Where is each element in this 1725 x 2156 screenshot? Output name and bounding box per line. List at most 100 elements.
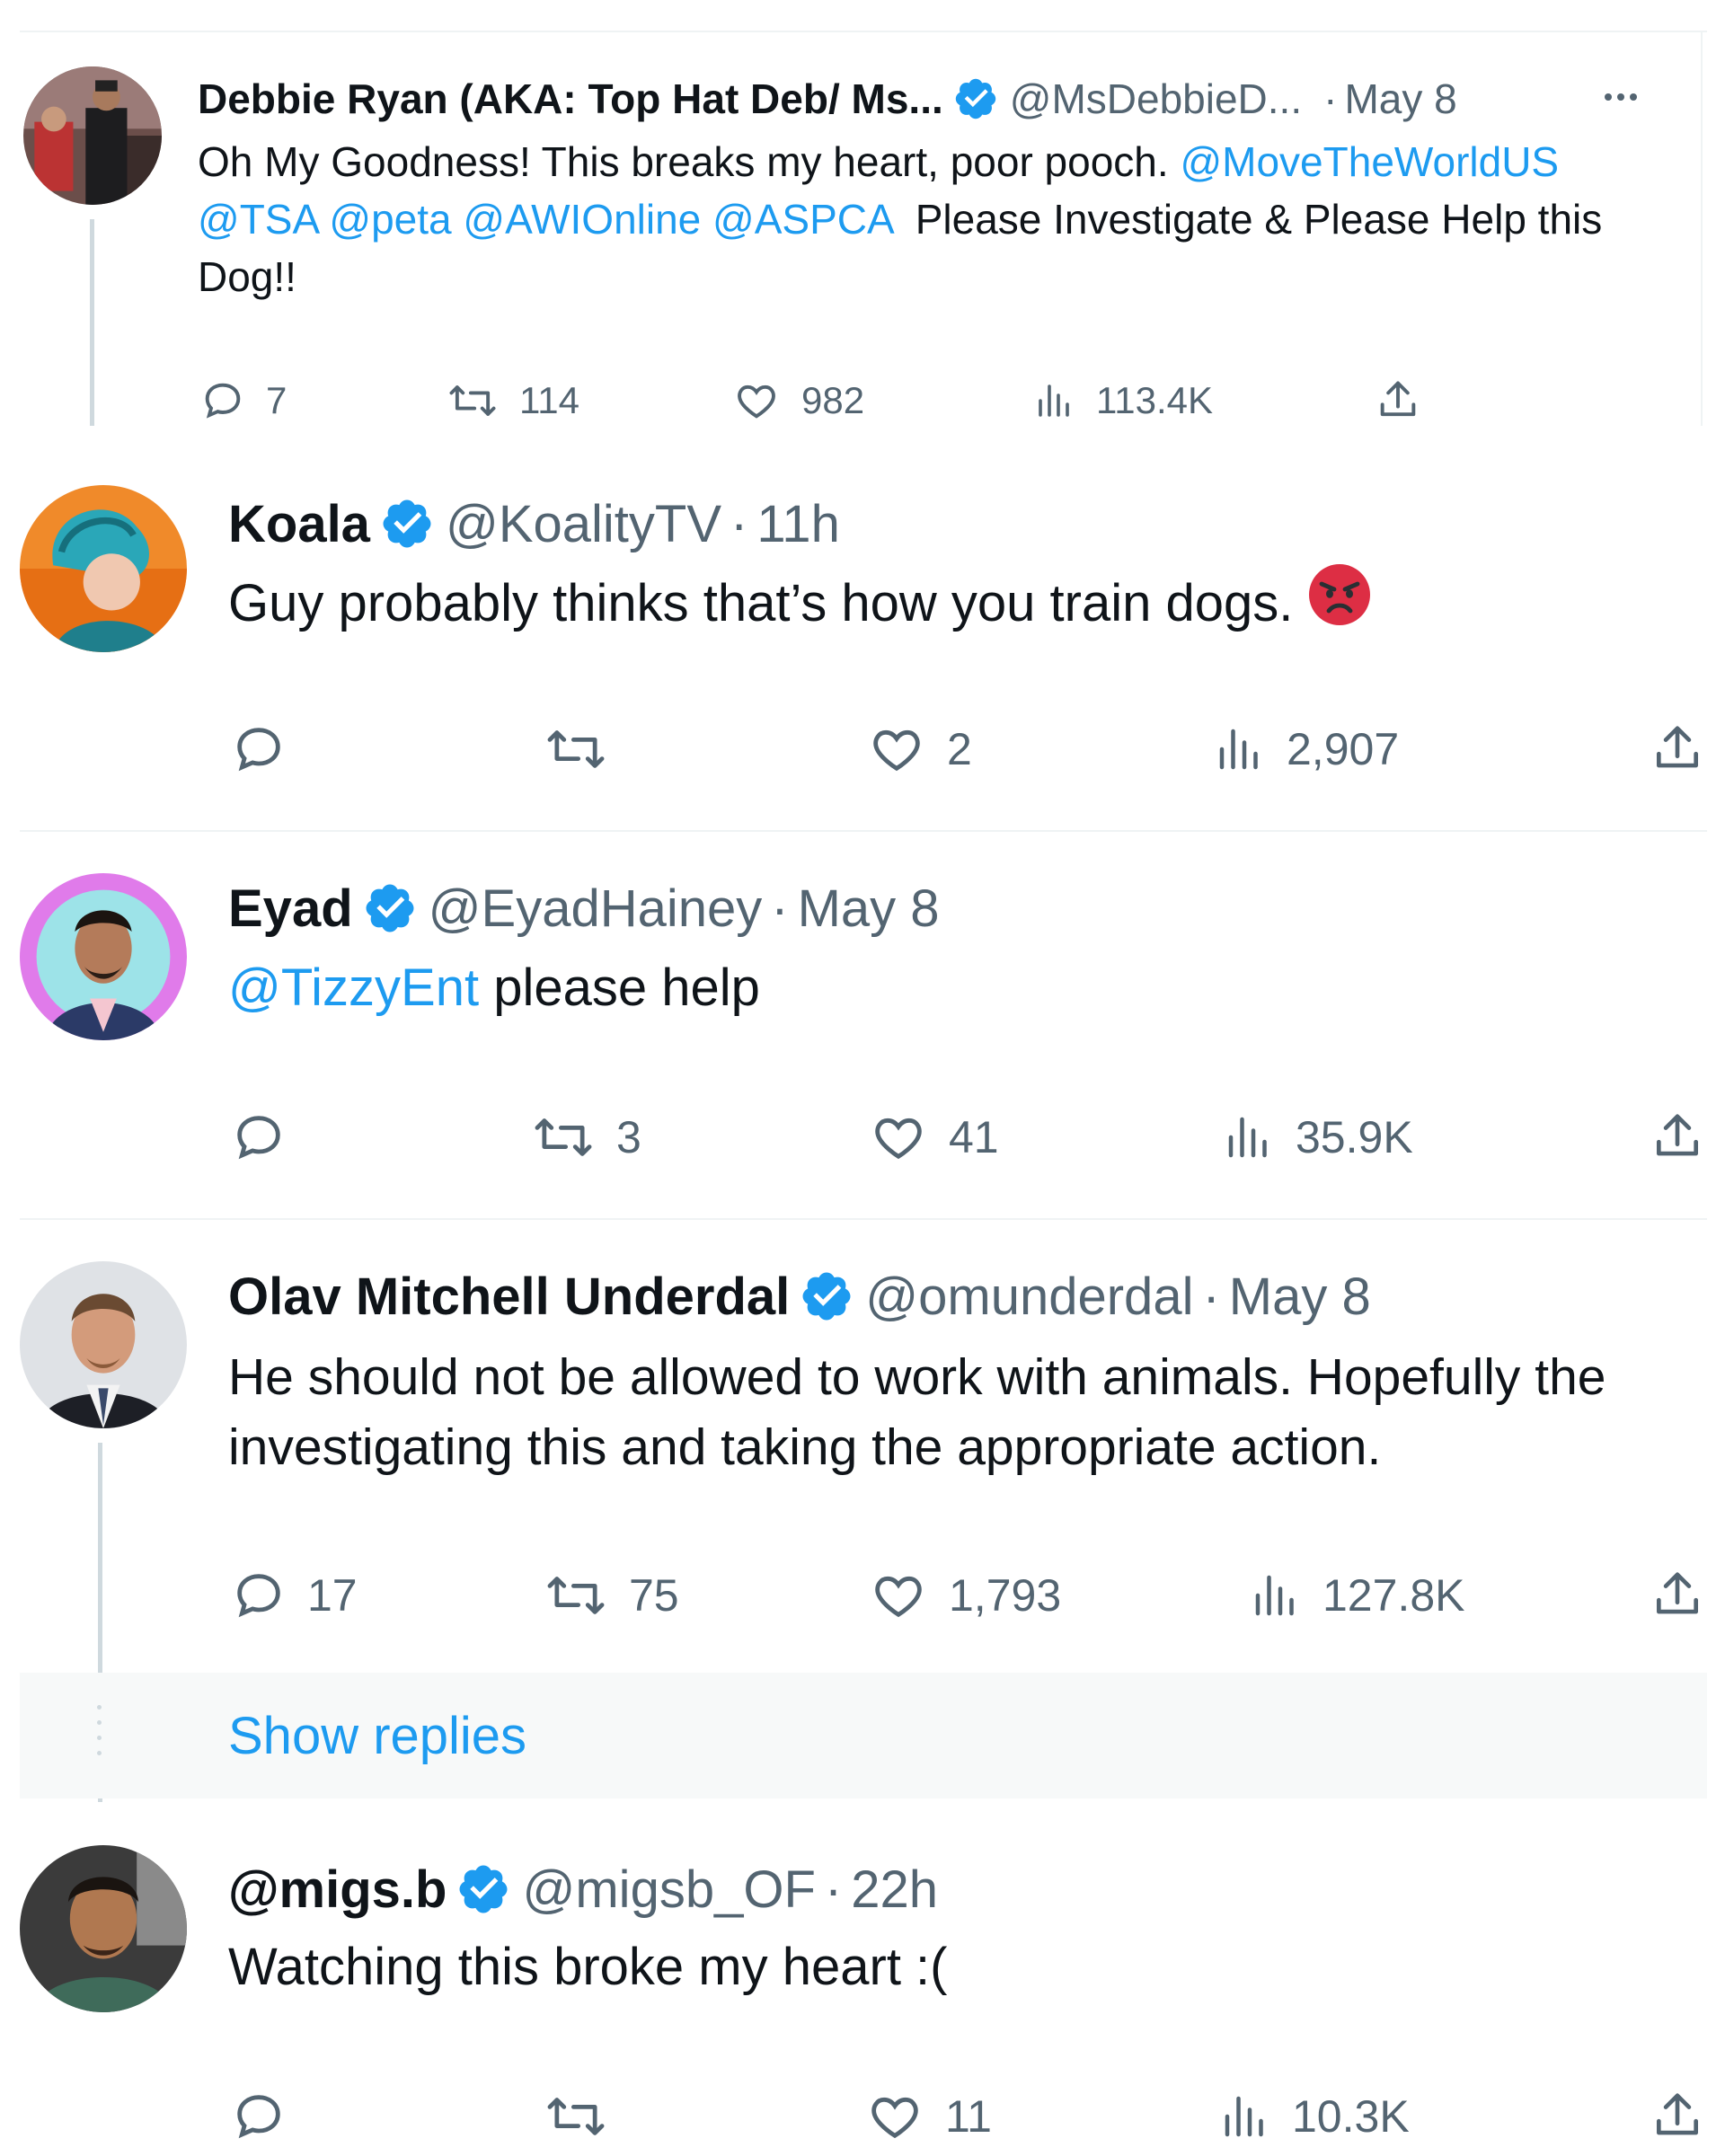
like-button[interactable]: 2: [866, 720, 972, 778]
like-button[interactable]: 11: [864, 2088, 992, 2145]
user-handle[interactable]: @migsb_OF: [522, 1860, 815, 1920]
mention-link[interactable]: @TSA: [198, 196, 318, 243]
reply-button[interactable]: 7: [199, 377, 287, 424]
mention-link[interactable]: @AWIOnline: [463, 196, 701, 243]
like-count: 11: [945, 2091, 992, 2142]
avatar[interactable]: [20, 485, 187, 652]
retweet-button[interactable]: 75: [543, 1567, 679, 1624]
tweet-debbie[interactable]: Debbie Ryan (AKA: Top Hat Deb/ Ms... @Ms…: [0, 0, 1725, 431]
tweet-header: Debbie Ryan (AKA: Top Hat Deb/ Ms... @Ms…: [198, 74, 1457, 124]
tweet-text-line-3: Dog!!: [198, 253, 296, 300]
show-replies-button[interactable]: Show replies: [20, 1673, 1707, 1798]
display-name[interactable]: Koala: [228, 494, 370, 554]
user-handle[interactable]: @omunderdal: [865, 1267, 1193, 1327]
tweet-eyad[interactable]: Eyad @EyadHainey · May 8 @TizzyEnt pleas…: [0, 832, 1725, 1220]
share-icon: [1657, 1572, 1698, 1614]
like-button[interactable]: 982: [731, 377, 864, 424]
retweet-button[interactable]: 3: [530, 1109, 641, 1166]
retweet-button[interactable]: [543, 720, 629, 778]
share-icon: [1657, 1114, 1698, 1156]
avatar[interactable]: [20, 1261, 187, 1428]
retweet-button[interactable]: [543, 2088, 629, 2145]
tweet-text-line-1: He should not be allowed to work with an…: [228, 1348, 1606, 1406]
views-chart-icon: [1219, 729, 1258, 770]
tweet-olav[interactable]: Olav Mitchell Underdal @omunderdal · May…: [0, 1220, 1725, 1802]
timestamp[interactable]: 11h: [756, 494, 839, 554]
text-segment: Oh My Goodness! This breaks my heart, po…: [198, 138, 1181, 185]
views-button[interactable]: 35.9K: [1222, 1109, 1413, 1166]
retweet-count: 3: [616, 1112, 641, 1162]
views-button[interactable]: 113.4K: [1033, 377, 1213, 424]
top-divider: [20, 31, 1707, 32]
tweet-header: Olav Mitchell Underdal @omunderdal · May…: [228, 1265, 1371, 1328]
share-icon: [1657, 2093, 1698, 2135]
verified-badge-icon: [952, 75, 999, 122]
tweet-text: He should not be allowed to work with an…: [228, 1342, 1606, 1482]
retweet-icon: [547, 730, 605, 768]
tweet-migs[interactable]: @migs.b @migsb_OF · 22h Watching this br…: [0, 1802, 1725, 2156]
mention-link[interactable]: @TizzyEnt: [228, 959, 479, 1017]
heart-icon: [738, 384, 775, 419]
timestamp[interactable]: 22h: [851, 1860, 938, 1920]
timestamp[interactable]: May 8: [1229, 1267, 1371, 1327]
tweet-text-content: Guy probably thinks that’s how you train…: [228, 573, 1294, 632]
reply-button[interactable]: [230, 1109, 307, 1166]
like-count: 1,793: [949, 1570, 1062, 1621]
mention-link[interactable]: @peta: [329, 196, 451, 243]
user-handle[interactable]: @MsDebbieD...: [1010, 75, 1302, 123]
view-count: 10.3K: [1292, 2091, 1410, 2142]
tweet-koala[interactable]: Koala @KoalityTV · 11h Guy probably thin…: [0, 431, 1725, 832]
timestamp[interactable]: May 8: [798, 879, 940, 939]
display-name[interactable]: Olav Mitchell Underdal: [228, 1267, 790, 1327]
mention-link[interactable]: @MoveTheWorldUS: [1180, 138, 1559, 185]
retweet-button[interactable]: 114: [446, 377, 579, 424]
reply-button[interactable]: 17: [230, 1567, 358, 1624]
separator-dot: ·: [1323, 75, 1338, 122]
reply-icon: [237, 728, 280, 772]
user-handle[interactable]: @EyadHainey: [429, 879, 763, 939]
share-button[interactable]: [1650, 2088, 1705, 2145]
display-name[interactable]: Debbie Ryan (AKA: Top Hat Deb/ Ms...: [198, 75, 943, 123]
display-name[interactable]: Eyad: [228, 879, 353, 939]
verified-badge-icon: [379, 496, 435, 552]
reply-button[interactable]: [230, 720, 307, 778]
views-button[interactable]: 2,907: [1213, 720, 1399, 778]
share-button[interactable]: [1650, 1567, 1705, 1624]
avatar[interactable]: [20, 873, 187, 1040]
tweet-header: Koala @KoalityTV · 11h: [228, 492, 840, 555]
avatar[interactable]: [23, 66, 162, 205]
views-button[interactable]: 10.3K: [1218, 2088, 1410, 2145]
mention-link[interactable]: @ASPCA: [712, 196, 892, 243]
views-button[interactable]: 127.8K: [1249, 1567, 1464, 1624]
view-count: 35.9K: [1296, 1112, 1413, 1162]
show-replies-label[interactable]: Show replies: [228, 1705, 526, 1768]
avatar-photo-eyad: [20, 873, 187, 1040]
more-options-icon[interactable]: [1605, 93, 1637, 101]
avatar-photo-olav: [20, 1261, 187, 1428]
share-button[interactable]: [1650, 720, 1705, 778]
reply-icon: [237, 1574, 280, 1618]
like-button[interactable]: 1,793: [868, 1567, 1061, 1624]
views-chart-icon: [1225, 2096, 1263, 2137]
heart-icon: [875, 1576, 922, 1618]
like-button[interactable]: 41: [868, 1109, 999, 1166]
separator-dot: ·: [730, 494, 748, 553]
views-chart-icon: [1228, 1117, 1267, 1158]
avatar[interactable]: [20, 1845, 187, 2012]
retweet-icon: [449, 385, 496, 416]
angry-face-emoji-icon: [1307, 562, 1372, 644]
tweet-text-line-2: investigating this and taking the approp…: [228, 1418, 1382, 1476]
view-count: 113.4K: [1096, 379, 1213, 421]
timestamp[interactable]: May 8: [1344, 75, 1456, 123]
retweet-icon: [535, 1118, 592, 1156]
retweet-icon: [547, 1577, 605, 1614]
display-name[interactable]: @migs.b: [228, 1860, 447, 1920]
views-chart-icon: [1039, 384, 1069, 417]
user-handle[interactable]: @KoalityTV: [446, 494, 721, 554]
share-button[interactable]: [1375, 377, 1421, 424]
reply-count: 17: [307, 1570, 358, 1621]
share-button[interactable]: [1650, 1109, 1705, 1166]
tweet-text: Oh My Goodness! This breaks my heart, po…: [198, 133, 1689, 305]
reply-button[interactable]: [230, 2088, 307, 2145]
